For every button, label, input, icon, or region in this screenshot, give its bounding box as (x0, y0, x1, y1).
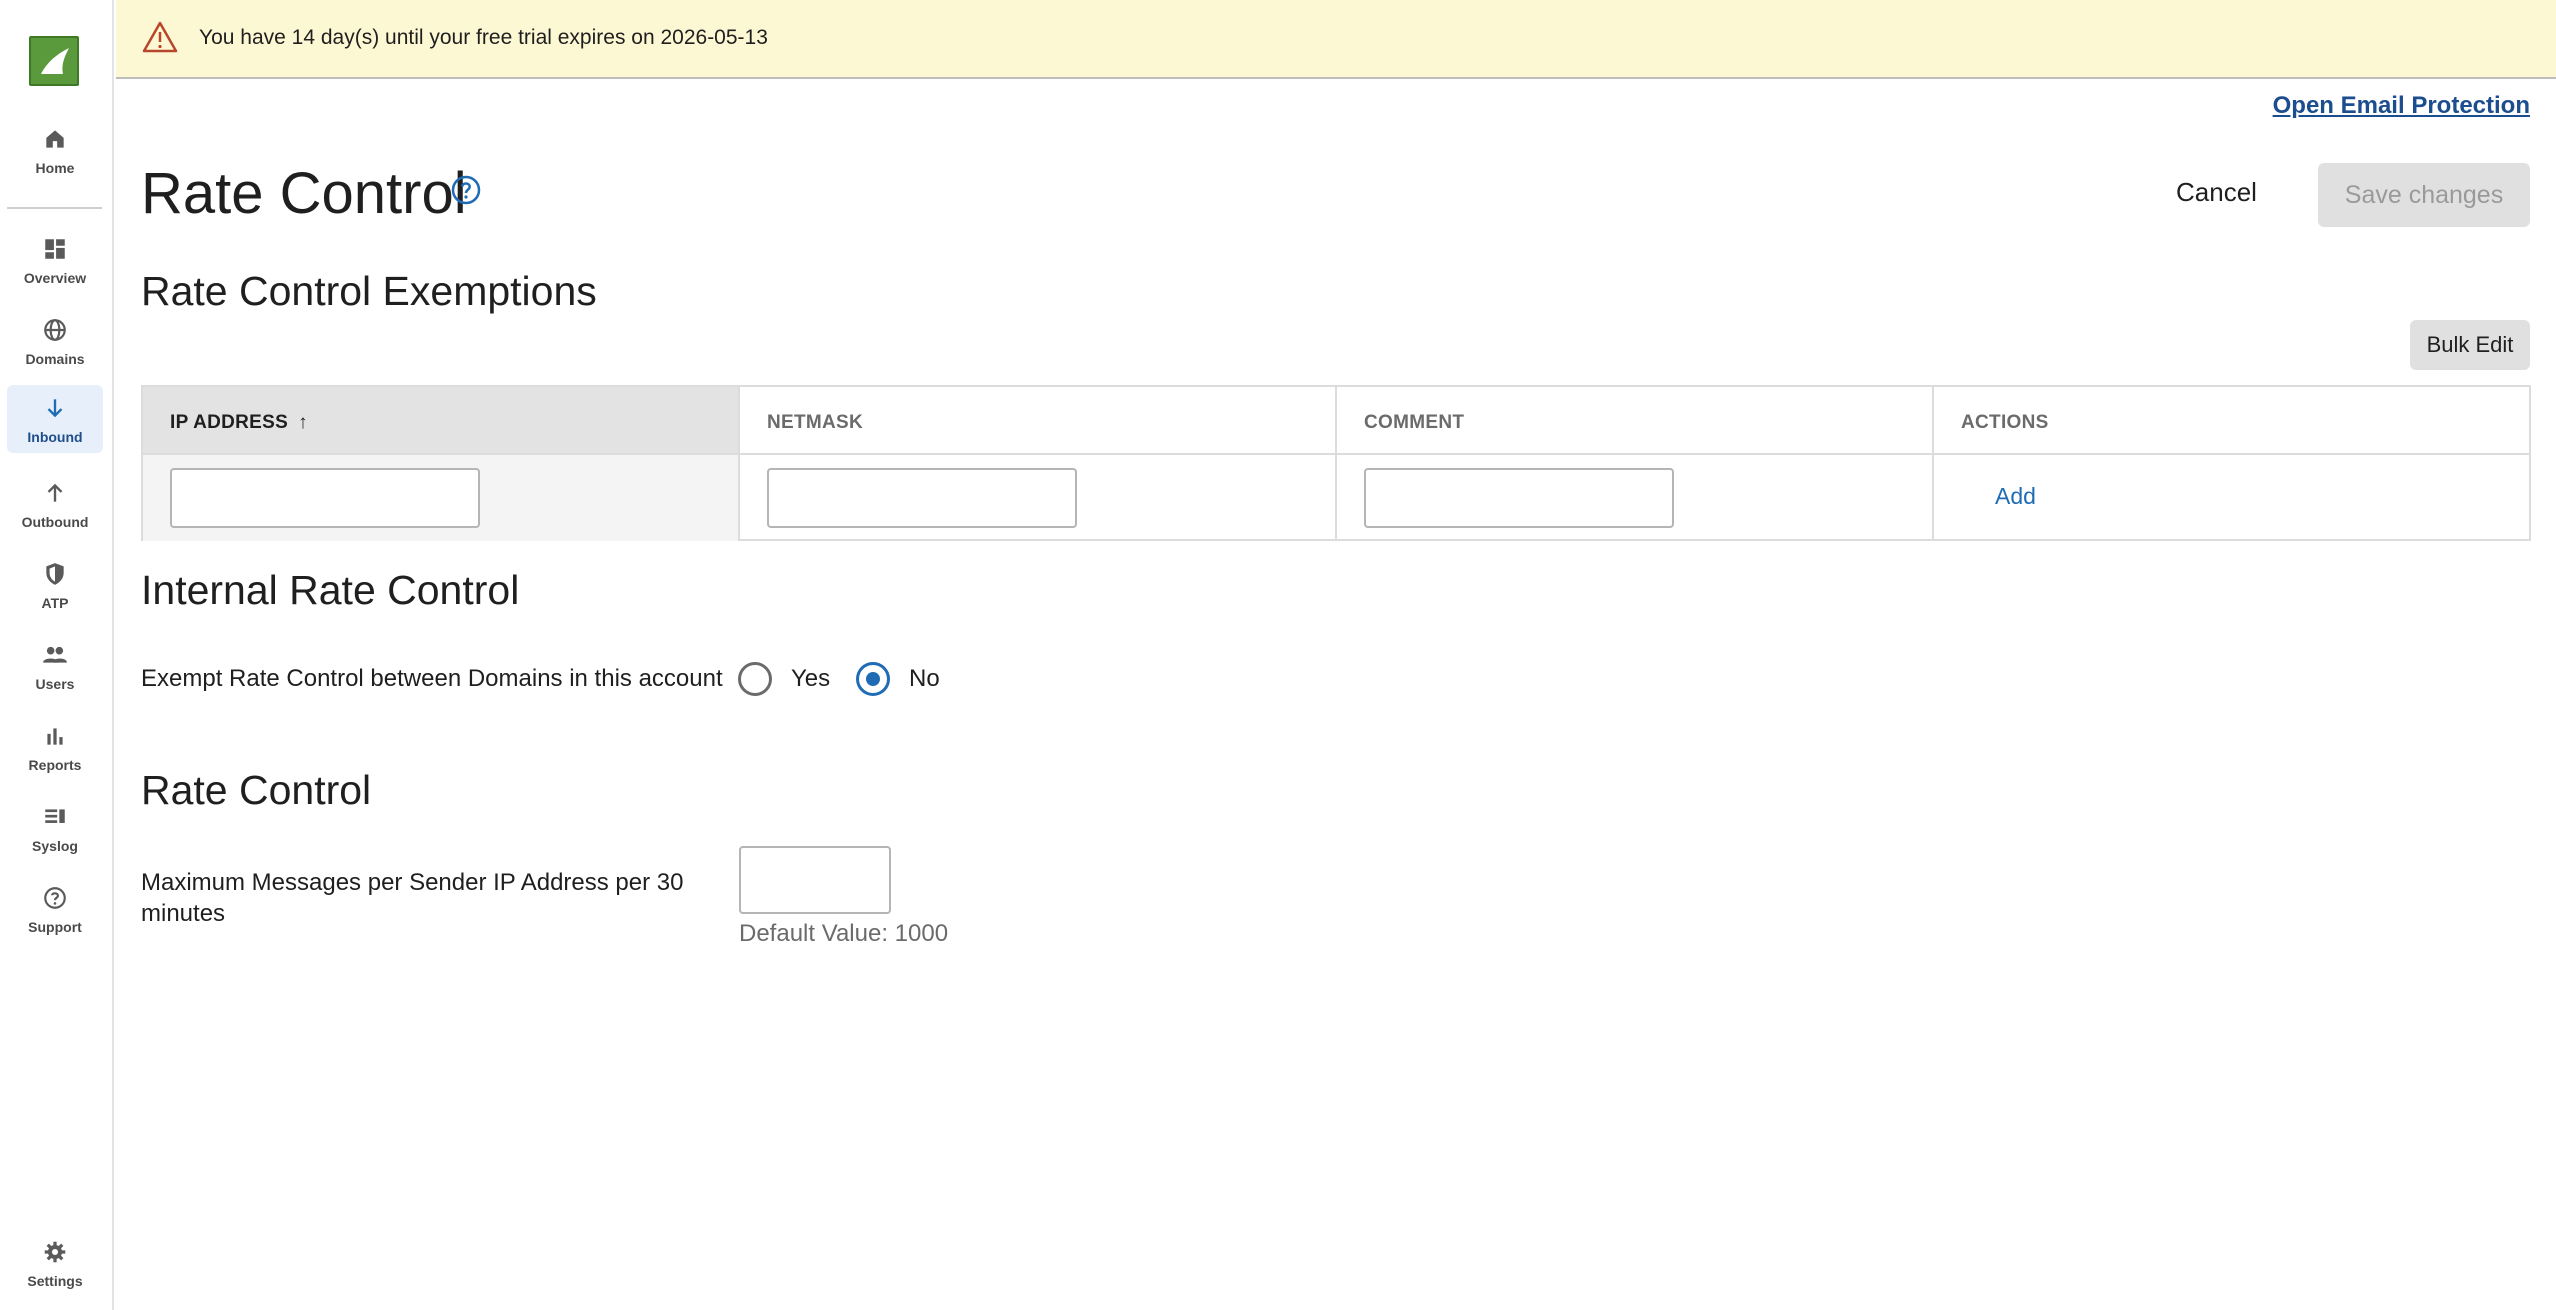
sidebar-item-label: Overview (23, 270, 87, 286)
sidebar-divider (7, 207, 102, 209)
users-icon (43, 646, 67, 663)
trial-banner: You have 14 day(s) until your free trial… (116, 0, 2556, 79)
section-title-internal: Internal Rate Control (141, 567, 520, 613)
column-header-netmask[interactable]: NETMASK (740, 387, 1337, 453)
comment-input[interactable] (1364, 468, 1674, 528)
arrow-down-icon (47, 399, 63, 418)
syslog-icon (45, 809, 65, 823)
page-title: Rate Control (141, 161, 467, 226)
add-exemption-link[interactable]: Add (1995, 483, 2036, 510)
gear-icon (44, 1241, 66, 1263)
sidebar-item-outbound[interactable]: Outbound (7, 470, 103, 538)
bulk-edit-button[interactable]: Bulk Edit (2410, 320, 2530, 370)
help-circle-icon (44, 887, 66, 909)
dashboard-icon (45, 239, 65, 259)
sidebar-item-label: Support (28, 919, 82, 935)
table-header: IP ADDRESS ↑ NETMASK COMMENT ACTIONS (143, 387, 2529, 455)
section-title-exemptions: Rate Control Exemptions (141, 268, 597, 314)
sort-ascending-icon: ↑ (298, 412, 308, 433)
radio-no[interactable] (856, 662, 890, 696)
save-changes-button[interactable]: Save changes (2318, 163, 2530, 227)
arrow-up-icon (47, 483, 63, 502)
column-header-actions: ACTIONS (1934, 387, 2529, 453)
sidebar-item-syslog[interactable]: Syslog (7, 794, 103, 862)
sidebar: Home Overview Domains Inbound Outbound A… (0, 0, 114, 1310)
shield-icon (46, 563, 64, 585)
trial-message: You have 14 day(s) until your free trial… (199, 26, 768, 49)
sidebar-item-label: Inbound (27, 429, 83, 445)
sidebar-item-label: Syslog (32, 838, 78, 854)
sidebar-item-reports[interactable]: Reports (7, 713, 103, 781)
warning-icon (142, 21, 178, 53)
table-cell (740, 455, 1337, 541)
max-messages-input[interactable] (739, 846, 891, 914)
sidebar-item-users[interactable]: Users (7, 632, 103, 700)
exemptions-table: IP ADDRESS ↑ NETMASK COMMENT ACTIONS Add (141, 385, 2531, 541)
sidebar-item-domains[interactable]: Domains (7, 307, 103, 375)
ip-address-input[interactable] (170, 468, 480, 528)
default-value-hint: Default Value: 1000 (739, 920, 949, 947)
radio-yes[interactable] (738, 662, 772, 696)
column-label: COMMENT (1364, 412, 1465, 433)
sidebar-item-home[interactable]: Home (7, 116, 103, 184)
sidebar-item-label: Users (35, 676, 75, 692)
logo[interactable] (29, 36, 79, 86)
table-cell (1337, 455, 1934, 541)
logo-icon (41, 48, 69, 74)
netmask-input[interactable] (767, 468, 1077, 528)
sidebar-item-inbound[interactable]: Inbound (7, 385, 103, 453)
sidebar-item-label: Outbound (21, 514, 89, 530)
cancel-button[interactable]: Cancel (2176, 177, 2257, 208)
column-label: ACTIONS (1961, 412, 2049, 433)
globe-icon (44, 319, 66, 341)
home-icon (46, 130, 64, 148)
max-messages-label: Maximum Messages per Sender IP Address p… (141, 869, 684, 927)
radio-yes-label[interactable]: Yes (791, 665, 830, 693)
column-label: NETMASK (767, 412, 864, 433)
sidebar-item-atp[interactable]: ATP (7, 551, 103, 619)
sidebar-item-label: Domains (25, 351, 85, 367)
exempt-domains-label: Exempt Rate Control between Domains in t… (141, 665, 723, 692)
column-header-comment[interactable]: COMMENT (1337, 387, 1934, 453)
open-email-protection-link[interactable]: Open Email Protection (2273, 92, 2530, 120)
sidebar-item-overview[interactable]: Overview (7, 226, 103, 294)
table-cell: Add (1934, 455, 2529, 541)
section-title-rate-control: Rate Control (141, 767, 372, 813)
radio-no-label[interactable]: No (909, 665, 940, 693)
help-icon[interactable] (450, 174, 482, 206)
sidebar-item-support[interactable]: Support (7, 875, 103, 943)
sidebar-item-label: Reports (28, 757, 82, 773)
bar-chart-icon (47, 728, 63, 745)
column-label: IP ADDRESS (170, 412, 289, 433)
sidebar-item-label: Home (35, 160, 75, 176)
table-cell (143, 455, 740, 541)
column-header-ip-address[interactable]: IP ADDRESS ↑ (143, 387, 740, 453)
table-row-new-entry: Add (143, 455, 2529, 541)
sidebar-item-label: ATP (41, 595, 69, 611)
sidebar-item-settings[interactable]: Settings (7, 1229, 103, 1297)
sidebar-item-label: Settings (27, 1273, 83, 1289)
